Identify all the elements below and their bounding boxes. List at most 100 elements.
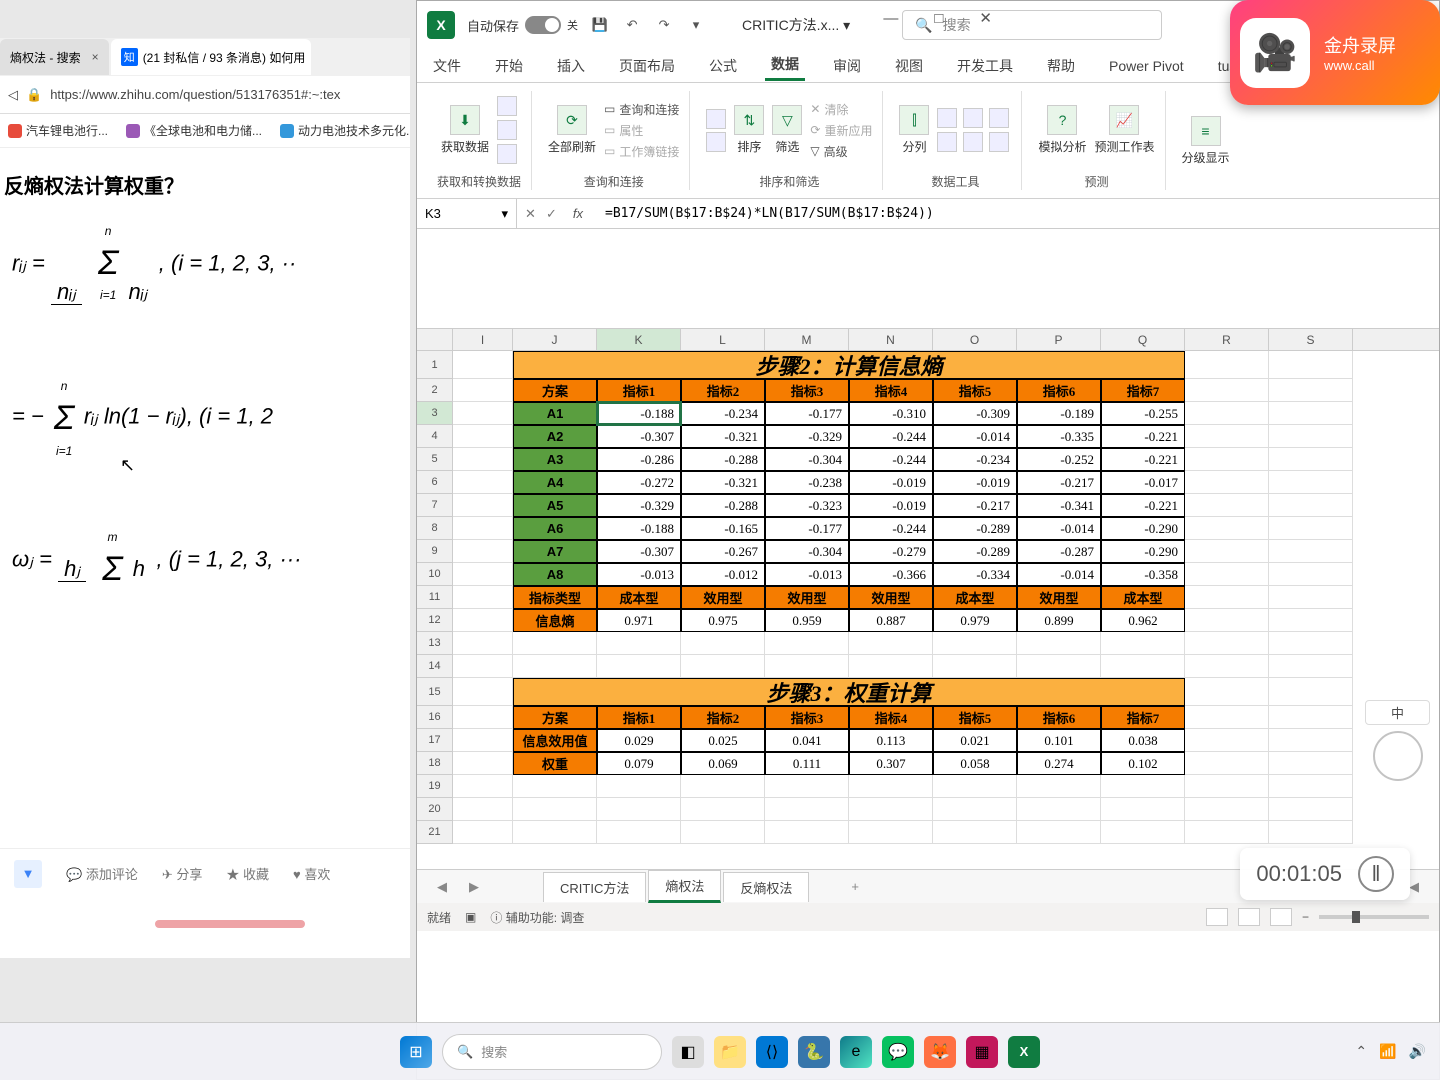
cell[interactable] xyxy=(597,632,681,655)
data-model-icon[interactable] xyxy=(989,132,1009,152)
cell[interactable] xyxy=(513,655,597,678)
sort-button[interactable]: ⇅排序 xyxy=(734,105,764,155)
cell[interactable] xyxy=(597,821,681,844)
cell[interactable] xyxy=(453,540,513,563)
col-header[interactable]: L xyxy=(681,329,765,350)
cell[interactable] xyxy=(933,821,1017,844)
cell[interactable]: 指标2 xyxy=(681,379,765,402)
cell[interactable]: 方案 xyxy=(513,379,597,402)
cell[interactable] xyxy=(1269,632,1353,655)
cell[interactable] xyxy=(1185,609,1269,632)
cell[interactable]: 0.975 xyxy=(681,609,765,632)
cell[interactable]: 成本型 xyxy=(1101,586,1185,609)
col-header[interactable]: O xyxy=(933,329,1017,350)
cell[interactable] xyxy=(1185,632,1269,655)
row-header[interactable]: 10 xyxy=(417,563,453,586)
row-header[interactable]: 19 xyxy=(417,775,453,798)
workbook-links-button[interactable]: ▭ 工作簿链接 xyxy=(604,143,679,160)
file-title[interactable]: CRITIC方法.x... ▾ xyxy=(742,15,850,35)
cell[interactable]: -0.286 xyxy=(597,448,681,471)
cell[interactable]: 指标6 xyxy=(1017,706,1101,729)
cell[interactable] xyxy=(1101,821,1185,844)
spreadsheet-grid[interactable]: I J K L M N O P Q R S 1步骤2：计算信息熵2方案指标1指标… xyxy=(417,329,1439,869)
cell[interactable]: -0.017 xyxy=(1101,471,1185,494)
firefox-icon[interactable]: 🦊 xyxy=(924,1036,956,1068)
ribbon-tab-formulas[interactable]: 公式 xyxy=(703,52,743,80)
cell[interactable] xyxy=(1269,586,1353,609)
row-header[interactable]: 8 xyxy=(417,517,453,540)
cell[interactable]: 0.079 xyxy=(597,752,681,775)
cell[interactable]: -0.288 xyxy=(681,494,765,517)
cell[interactable] xyxy=(513,798,597,821)
cell[interactable] xyxy=(453,471,513,494)
cell[interactable] xyxy=(1185,798,1269,821)
from-table-icon[interactable] xyxy=(497,144,517,164)
favorite-button[interactable]: ★ 收藏 xyxy=(226,864,269,883)
cell[interactable] xyxy=(849,821,933,844)
bookmark-item[interactable]: 《全球电池和电力储... xyxy=(126,122,262,139)
like-button[interactable]: ♥ 喜欢 xyxy=(293,864,330,883)
cell[interactable]: A7 xyxy=(513,540,597,563)
next-sheet-icon[interactable]: ▶ xyxy=(459,879,489,895)
cell[interactable] xyxy=(513,632,597,655)
add-sheet-icon[interactable]: + xyxy=(841,879,869,894)
cell[interactable]: 效用型 xyxy=(681,586,765,609)
cell[interactable] xyxy=(453,379,513,402)
cell[interactable] xyxy=(933,775,1017,798)
cell[interactable] xyxy=(1269,821,1353,844)
cell[interactable] xyxy=(933,632,1017,655)
cell[interactable] xyxy=(453,729,513,752)
cell[interactable]: -0.267 xyxy=(681,540,765,563)
cell[interactable] xyxy=(681,775,765,798)
cell[interactable]: A5 xyxy=(513,494,597,517)
ribbon-tab-data[interactable]: 数据 xyxy=(765,50,805,81)
cell[interactable]: A4 xyxy=(513,471,597,494)
ribbon-tab-review[interactable]: 审阅 xyxy=(827,52,867,80)
cell[interactable]: -0.177 xyxy=(765,402,849,425)
consolidate-icon[interactable] xyxy=(937,132,957,152)
cell[interactable] xyxy=(1269,540,1353,563)
cell[interactable]: -0.014 xyxy=(933,425,1017,448)
cell[interactable]: 效用型 xyxy=(849,586,933,609)
bookmark-item[interactable]: 动力电池技术多元化... xyxy=(280,122,410,139)
cell[interactable]: 0.102 xyxy=(1101,752,1185,775)
cell[interactable]: 效用型 xyxy=(765,586,849,609)
cell[interactable]: 指标6 xyxy=(1017,379,1101,402)
undo-icon[interactable]: ↶ xyxy=(622,15,642,35)
cell[interactable] xyxy=(453,821,513,844)
cell[interactable] xyxy=(849,632,933,655)
cell[interactable]: -0.019 xyxy=(933,471,1017,494)
cell[interactable]: -0.304 xyxy=(765,540,849,563)
back-icon[interactable]: ◁ xyxy=(8,87,18,103)
cell[interactable] xyxy=(681,798,765,821)
cell[interactable]: -0.188 xyxy=(597,402,681,425)
cell[interactable] xyxy=(1269,752,1353,775)
cell[interactable] xyxy=(1185,379,1269,402)
cell[interactable] xyxy=(1269,471,1353,494)
cell[interactable]: -0.221 xyxy=(1101,494,1185,517)
vscode-icon[interactable]: ⟨⟩ xyxy=(756,1036,788,1068)
cell[interactable]: 指标7 xyxy=(1101,379,1185,402)
zoom-slider[interactable] xyxy=(1319,915,1429,919)
cell[interactable] xyxy=(453,563,513,586)
ribbon-tab-view[interactable]: 视图 xyxy=(889,52,929,80)
cell[interactable]: -0.019 xyxy=(849,471,933,494)
cell[interactable] xyxy=(1269,729,1353,752)
cell[interactable] xyxy=(1185,706,1269,729)
enter-icon[interactable]: ✓ xyxy=(546,206,557,222)
ribbon-tab-file[interactable]: 文件 xyxy=(427,52,467,80)
cell[interactable] xyxy=(453,517,513,540)
sheet-tab[interactable]: CRITIC方法 xyxy=(543,872,646,902)
col-header[interactable]: R xyxy=(1185,329,1269,350)
cell[interactable]: -0.217 xyxy=(1017,471,1101,494)
cell[interactable]: 0.021 xyxy=(933,729,1017,752)
edge-icon[interactable]: e xyxy=(840,1036,872,1068)
fx-icon[interactable]: fx xyxy=(567,206,589,221)
cell[interactable]: -0.329 xyxy=(765,425,849,448)
cell[interactable] xyxy=(1185,448,1269,471)
sheet-tab[interactable]: 反熵权法 xyxy=(723,872,809,902)
task-view-icon[interactable]: ◧ xyxy=(672,1036,704,1068)
normal-view-icon[interactable] xyxy=(1206,908,1228,926)
cell[interactable]: -0.329 xyxy=(597,494,681,517)
cell[interactable]: 信息效用值 xyxy=(513,729,597,752)
